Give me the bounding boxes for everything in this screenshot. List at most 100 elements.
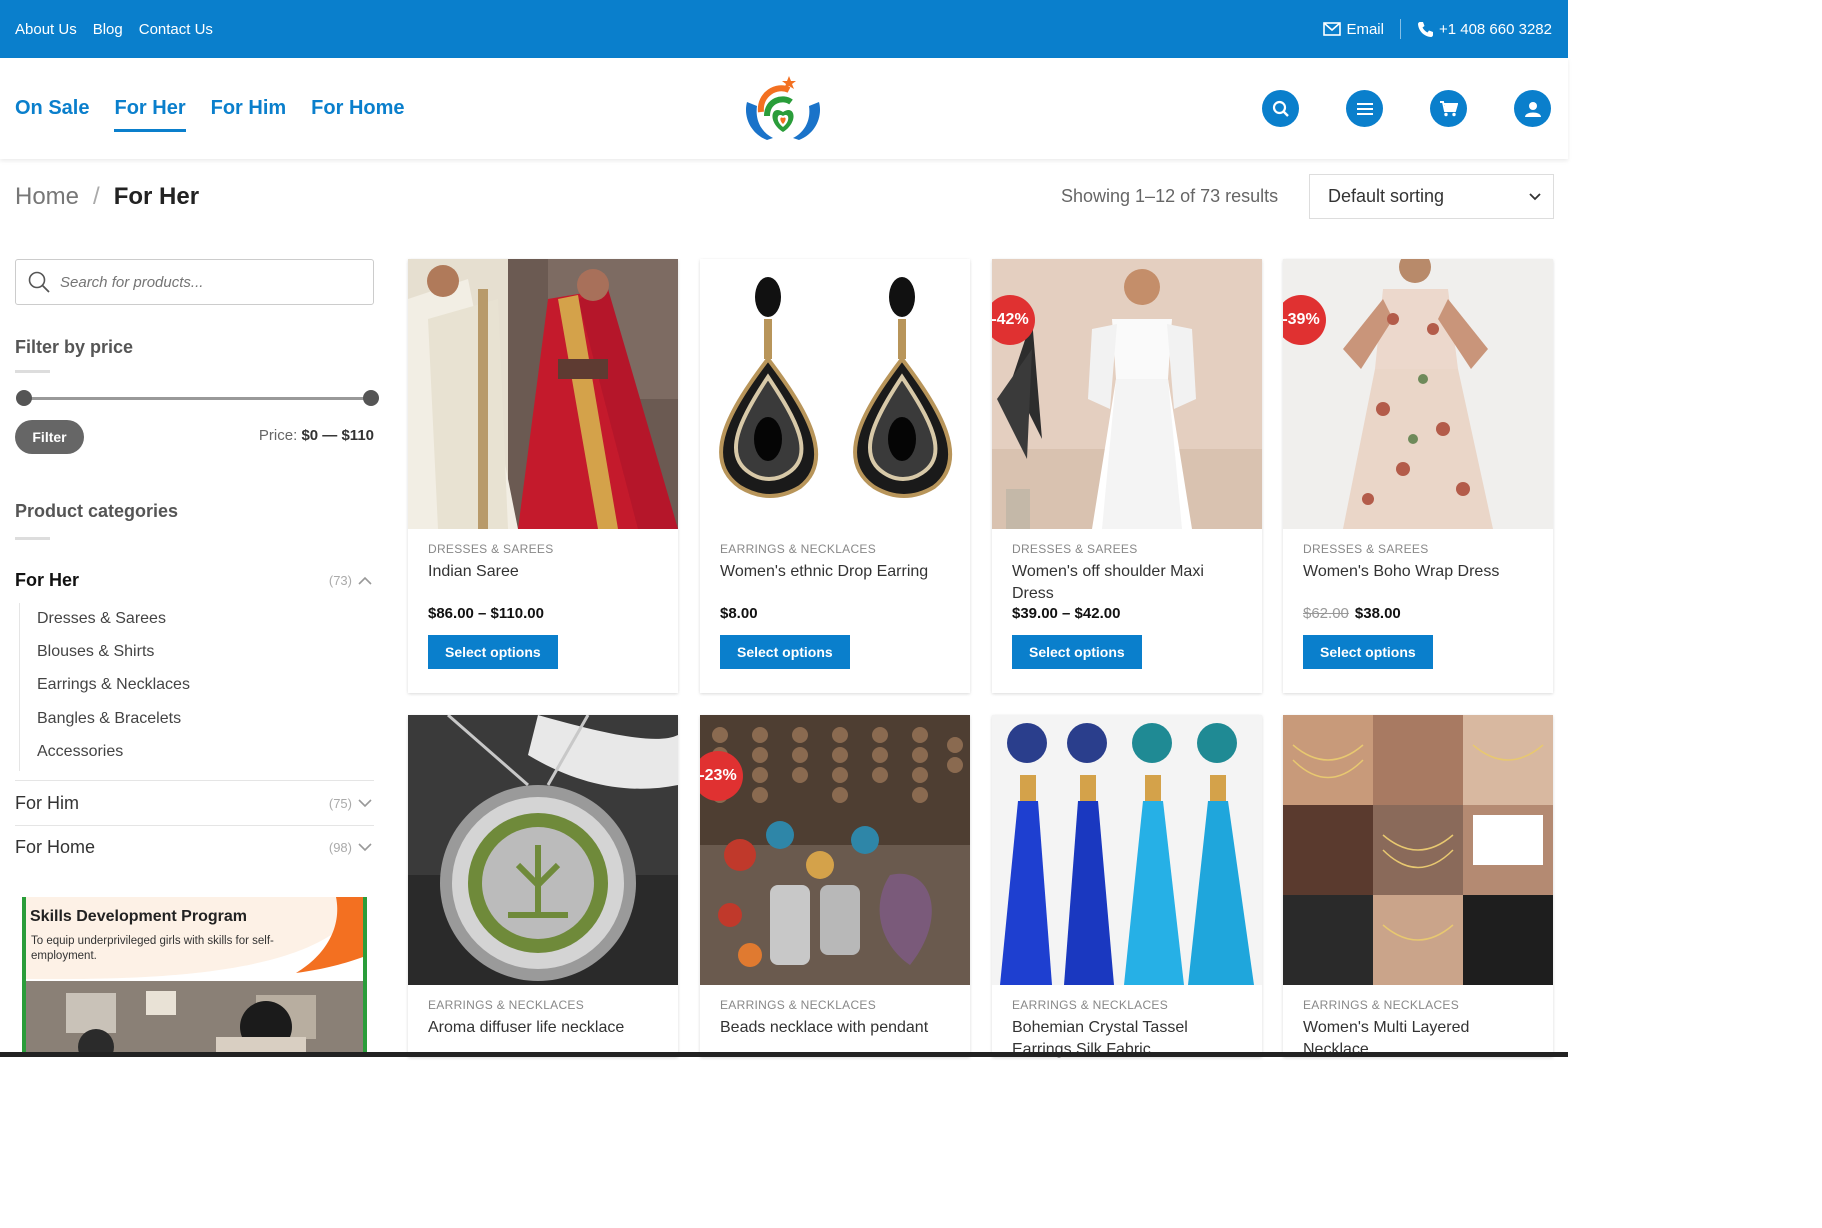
- category-divider: [15, 825, 374, 826]
- product-image[interactable]: -39%: [1283, 259, 1553, 529]
- product-image[interactable]: [700, 259, 970, 529]
- cart-icon: [1439, 100, 1458, 116]
- saree-image: [408, 259, 678, 529]
- layered-necklace-image: [1283, 715, 1553, 985]
- search-input[interactable]: [60, 273, 360, 291]
- product-card[interactable]: DRESSES & SAREES Indian Saree $86.00 – $…: [408, 259, 678, 693]
- subcategory-earrings-necklaces[interactable]: Earrings & Necklaces: [37, 676, 190, 694]
- select-options-button[interactable]: Select options: [1012, 635, 1142, 669]
- price-slider-min-handle[interactable]: [16, 390, 32, 406]
- category-for-her[interactable]: For Her (73): [15, 570, 374, 591]
- product-category[interactable]: EARRINGS & NECKLACES: [720, 998, 876, 1012]
- phone-number: +1 408 660 3282: [1438, 20, 1552, 38]
- sort-select[interactable]: Default sorting: [1309, 174, 1554, 219]
- product-category[interactable]: EARRINGS & NECKLACES: [1303, 998, 1459, 1012]
- product-category[interactable]: EARRINGS & NECKLACES: [720, 542, 876, 556]
- category-for-him[interactable]: For Him (75): [15, 793, 374, 814]
- select-options-button[interactable]: Select options: [720, 635, 850, 669]
- price-slider-max-handle[interactable]: [363, 390, 379, 406]
- site-logo[interactable]: [737, 72, 829, 146]
- product-card[interactable]: EARRINGS & NECKLACES Bohemian Crystal Ta…: [992, 715, 1262, 1058]
- product-card[interactable]: -42% DRESSES & SAREES Women's off should…: [992, 259, 1262, 693]
- categories-rule: [15, 537, 50, 540]
- product-category[interactable]: DRESSES & SAREES: [428, 542, 554, 556]
- product-image[interactable]: [1283, 715, 1553, 985]
- price-range-value: $0 — $110: [301, 427, 374, 444]
- earring-image: [700, 259, 970, 529]
- select-options-button[interactable]: Select options: [428, 635, 558, 669]
- category-for-her-meta: (73): [329, 573, 374, 588]
- product-image[interactable]: -42%: [992, 259, 1262, 529]
- subcategory-blouses-shirts[interactable]: Blouses & Shirts: [37, 643, 154, 661]
- nav-for-home[interactable]: For Home: [311, 89, 404, 128]
- main-header: On Sale For Her For Him For Home: [0, 58, 1568, 159]
- search-button[interactable]: [1262, 90, 1299, 127]
- breadcrumb-separator: /: [93, 183, 100, 210]
- product-category[interactable]: EARRINGS & NECKLACES: [428, 998, 584, 1012]
- subcategory-bangles-bracelets[interactable]: Bangles & Bracelets: [37, 710, 181, 728]
- product-category[interactable]: DRESSES & SAREES: [1012, 542, 1138, 556]
- product-title[interactable]: Beads necklace with pendant: [720, 1017, 955, 1039]
- product-old-price: $62.00: [1303, 605, 1349, 622]
- product-card[interactable]: EARRINGS & NECKLACES Women's ethnic Drop…: [700, 259, 970, 693]
- account-button[interactable]: [1514, 90, 1551, 127]
- price-range: Price: $0 — $110: [259, 427, 374, 444]
- breadcrumb-current: For Her: [113, 183, 200, 210]
- maxi-dress-image: [992, 259, 1262, 529]
- phone-icon: [1417, 21, 1433, 37]
- product-category[interactable]: DRESSES & SAREES: [1303, 542, 1429, 556]
- blog-link[interactable]: Blog: [93, 21, 123, 38]
- header-icons: [1262, 90, 1551, 127]
- about-us-link[interactable]: About Us: [15, 21, 77, 38]
- product-title[interactable]: Aroma diffuser life necklace: [428, 1017, 663, 1039]
- nav-on-sale[interactable]: On Sale: [15, 89, 89, 128]
- subcategory-dresses-sarees[interactable]: Dresses & Sarees: [37, 610, 166, 628]
- top-bar: About Us Blog Contact Us Email +1 408 66…: [0, 0, 1568, 58]
- search-icon: [28, 271, 50, 293]
- result-count: Showing 1–12 of 73 results: [1061, 186, 1279, 206]
- tassel-earrings-image: [992, 715, 1262, 985]
- chevron-down-icon[interactable]: [358, 799, 372, 808]
- subcategory-line: [19, 603, 20, 771]
- product-title[interactable]: Women's off shoulder Maxi Dress: [1012, 561, 1247, 605]
- categories-title: Product categories: [15, 501, 179, 521]
- category-for-home[interactable]: For Home (98): [15, 837, 374, 858]
- filter-button[interactable]: Filter: [15, 420, 84, 454]
- subcategory-accessories[interactable]: Accessories: [37, 743, 123, 761]
- product-image[interactable]: [408, 259, 678, 529]
- product-card[interactable]: -39% DRESSES & SAREES Women's Boho Wrap …: [1283, 259, 1553, 693]
- category-for-home-count: (98): [328, 840, 352, 855]
- product-card[interactable]: -23% EARRINGS & NECKLACES Beads necklace…: [700, 715, 970, 1057]
- envelope-icon: [1323, 22, 1342, 36]
- aroma-necklace-image: [408, 715, 678, 985]
- product-image[interactable]: [992, 715, 1262, 985]
- product-price: $39.00 – $42.00: [1012, 605, 1121, 622]
- chevron-down-icon[interactable]: [358, 843, 372, 852]
- banner-text: To equip underprivileged girls with skil…: [31, 935, 274, 962]
- menu-button[interactable]: [1346, 90, 1383, 127]
- select-options-button[interactable]: Select options: [1303, 635, 1433, 669]
- category-for-him-meta: (75): [329, 796, 374, 811]
- product-title[interactable]: Women's ethnic Drop Earring: [720, 561, 955, 583]
- main-nav: On Sale For Her For Him For Home: [15, 58, 405, 159]
- chevron-up-icon[interactable]: [358, 576, 372, 585]
- banner-title: Skills Development Program: [30, 908, 247, 925]
- contact-us-link[interactable]: Contact Us: [139, 21, 213, 38]
- cart-button[interactable]: [1430, 90, 1467, 127]
- nav-for-him[interactable]: For Him: [211, 89, 287, 128]
- product-image[interactable]: -23%: [700, 715, 970, 985]
- phone-link[interactable]: +1 408 660 3282: [1417, 21, 1552, 38]
- price-slider[interactable]: [16, 390, 379, 406]
- category-divider: [15, 780, 374, 781]
- product-card[interactable]: EARRINGS & NECKLACES Aroma diffuser life…: [408, 715, 678, 1057]
- product-image[interactable]: [408, 715, 678, 985]
- email-link[interactable]: Email: [1323, 21, 1384, 38]
- product-category[interactable]: EARRINGS & NECKLACES: [1012, 998, 1168, 1012]
- skills-program-banner[interactable]: Skills Development Program To equip unde…: [22, 897, 367, 1057]
- nav-for-her[interactable]: For Her: [114, 89, 186, 132]
- product-price: $62.00 $38.00: [1303, 605, 1401, 622]
- breadcrumb-home[interactable]: Home: [15, 183, 79, 211]
- product-card[interactable]: EARRINGS & NECKLACES Women's Multi Layer…: [1283, 715, 1553, 1058]
- product-title[interactable]: Indian Saree: [428, 561, 663, 583]
- product-title[interactable]: Women's Boho Wrap Dress: [1303, 561, 1538, 583]
